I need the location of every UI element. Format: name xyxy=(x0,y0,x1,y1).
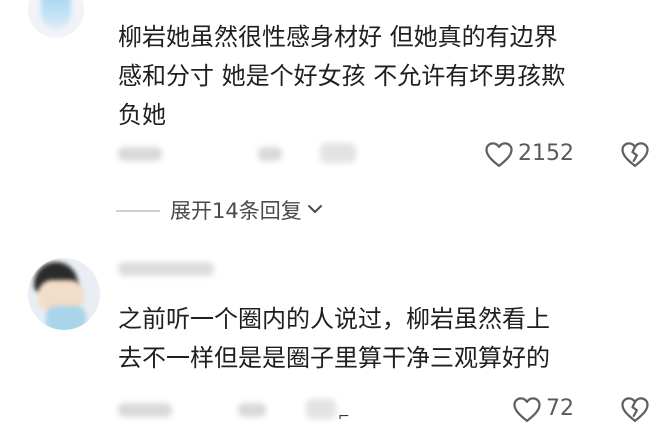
cursor-mark: ⌐ xyxy=(338,409,350,425)
comment-location-blurred xyxy=(238,403,266,417)
reply-button-blurred[interactable] xyxy=(306,399,336,419)
like-button[interactable]: 2152 xyxy=(484,139,574,169)
comment-line: 柳岩她虽然很性感身材好 但她真的有边界 xyxy=(118,23,558,51)
comment-location-blurred xyxy=(258,147,282,161)
comment-line: 之前听一个圈内的人说过，柳岩虽然看上 xyxy=(118,305,550,333)
comment-line: 感和分寸 她是个好女孩 不允许有坏男孩欺 xyxy=(118,62,566,90)
comment-line: 去不一样但是是圈子里算干净三观算好的 xyxy=(118,344,550,372)
avatar-image xyxy=(41,0,71,28)
heart-outline-icon xyxy=(484,140,514,168)
divider xyxy=(116,210,160,212)
broken-heart-icon[interactable] xyxy=(620,140,650,168)
expand-replies-label: 展开14条回复 xyxy=(170,199,302,223)
username-blurred[interactable] xyxy=(118,262,214,276)
chevron-down-icon xyxy=(306,200,324,222)
expand-replies-button[interactable]: 展开14条回复 xyxy=(116,196,324,226)
avatar[interactable] xyxy=(28,0,84,38)
heart-outline-icon xyxy=(512,395,542,423)
avatar[interactable] xyxy=(28,258,100,330)
comment-time-blurred xyxy=(118,403,172,417)
comment-time-blurred xyxy=(118,147,162,161)
avatar-image xyxy=(46,306,86,330)
like-button[interactable]: 72 xyxy=(512,394,574,424)
comment-text: 柳岩她虽然很性感身材好 但她真的有边界 感和分寸 她是个好女孩 不允许有坏男孩欺… xyxy=(118,18,565,135)
like-count: 72 xyxy=(546,396,574,421)
comment-text: 之前听一个圈内的人说过，柳岩虽然看上 去不一样但是是圈子里算干净三观算好的 xyxy=(118,300,550,378)
comment-line: 负她 xyxy=(118,101,166,129)
reply-button-blurred[interactable] xyxy=(320,143,356,163)
like-count: 2152 xyxy=(518,141,574,166)
broken-heart-icon[interactable] xyxy=(620,395,650,423)
